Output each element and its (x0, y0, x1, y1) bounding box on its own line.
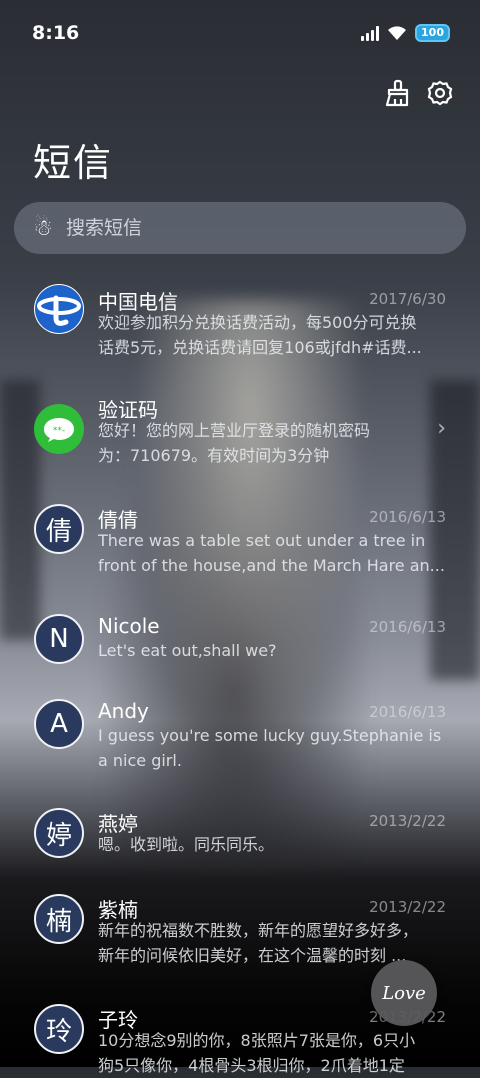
wallpaper-rail-left (0, 380, 40, 640)
message-date: 2016/6/13 (369, 703, 446, 721)
message-preview: 10分想念9别的你，8张照片7张是你，6只小 狗5只像你，4根骨头3根归你，2爪… (98, 1028, 446, 1078)
message-date: 2016/6/13 (369, 508, 446, 526)
message-preview: 嗯。收到啦。同乐同乐。 (98, 832, 446, 857)
preview-line: 您好！您的网上营业厅登录的随机密码 (98, 421, 371, 440)
love-floating-button[interactable]: Love (371, 960, 437, 1026)
contact-avatar: 玲 (34, 1004, 84, 1054)
status-time: 8:16 (32, 22, 80, 44)
contact-avatar: 婷 (34, 808, 84, 858)
sender-name: Nicole (98, 614, 160, 638)
preview-line: 新年的祝福数不胜数，新年的愿望好多好多， (98, 921, 419, 940)
message-date: 2013/2/22 (369, 898, 446, 916)
sender-name: Andy (98, 699, 149, 723)
wifi-icon (388, 26, 407, 40)
preview-line: 为：710679。有效时间为3分钟 (98, 446, 330, 465)
message-preview: 您好！您的网上营业厅登录的随机密码 为：710679。有效时间为3分钟 (98, 418, 446, 468)
page-title: 短信 (33, 141, 114, 185)
contact-avatar: 楠 (34, 894, 84, 944)
preview-line: I guess you're some lucky guy.Stephanie … (98, 726, 442, 745)
battery-icon: 100 (415, 24, 450, 42)
top-actions (382, 78, 454, 108)
preview-line: 话费5元，兑换话费请回复106或jfdh#话费... (98, 338, 422, 357)
message-preview: I guess you're some lucky guy.Stephanie … (98, 723, 446, 773)
preview-line: 10分想念9别的你，8张照片7张是你，6只小 (98, 1031, 416, 1050)
preview-line: There was a table set out under a tree i… (98, 531, 426, 550)
preview-line: Let's eat out,shall we? (98, 641, 277, 660)
preview-line: 欢迎参加积分兑换话费活动，每500分可兑换 (98, 313, 417, 332)
contact-avatar: 倩 (34, 504, 84, 554)
message-date: 2017/6/30 (369, 290, 446, 308)
contact-avatar: N (34, 614, 84, 664)
status-icons: 100 (361, 24, 450, 42)
settings-gear-icon[interactable] (426, 78, 454, 108)
telecom-logo-icon (34, 284, 84, 334)
message-preview: There was a table set out under a tree i… (98, 528, 446, 578)
clean-brush-icon[interactable] (382, 78, 410, 108)
preview-line: front of the house,and the March Hare an… (98, 556, 445, 575)
snowman-icon: ☃ (33, 215, 53, 241)
chat-bubble-icon: **- (34, 404, 84, 454)
message-date: 2013/2/22 (369, 812, 446, 830)
preview-line: 嗯。收到啦。同乐同乐。 (98, 835, 275, 854)
wallpaper-figure (100, 300, 400, 860)
message-preview: Let's eat out,shall we? (98, 638, 446, 663)
message-preview: 欢迎参加积分兑换话费活动，每500分可兑换 话费5元，兑换话费请回复106或jf… (98, 310, 446, 360)
svg-text:**-: **- (53, 426, 65, 436)
preview-line: a nice girl. (98, 751, 182, 770)
preview-line: 狗5只像你，4根骨头3根归你，2爪着地1定 (98, 1056, 405, 1075)
search-input[interactable] (64, 216, 428, 240)
search-bar[interactable]: ☃ (14, 202, 466, 254)
contact-avatar: A (34, 699, 84, 749)
status-bar: 8:16 100 (0, 0, 480, 66)
message-date: 2016/6/13 (369, 618, 446, 636)
signal-icon (361, 25, 380, 41)
